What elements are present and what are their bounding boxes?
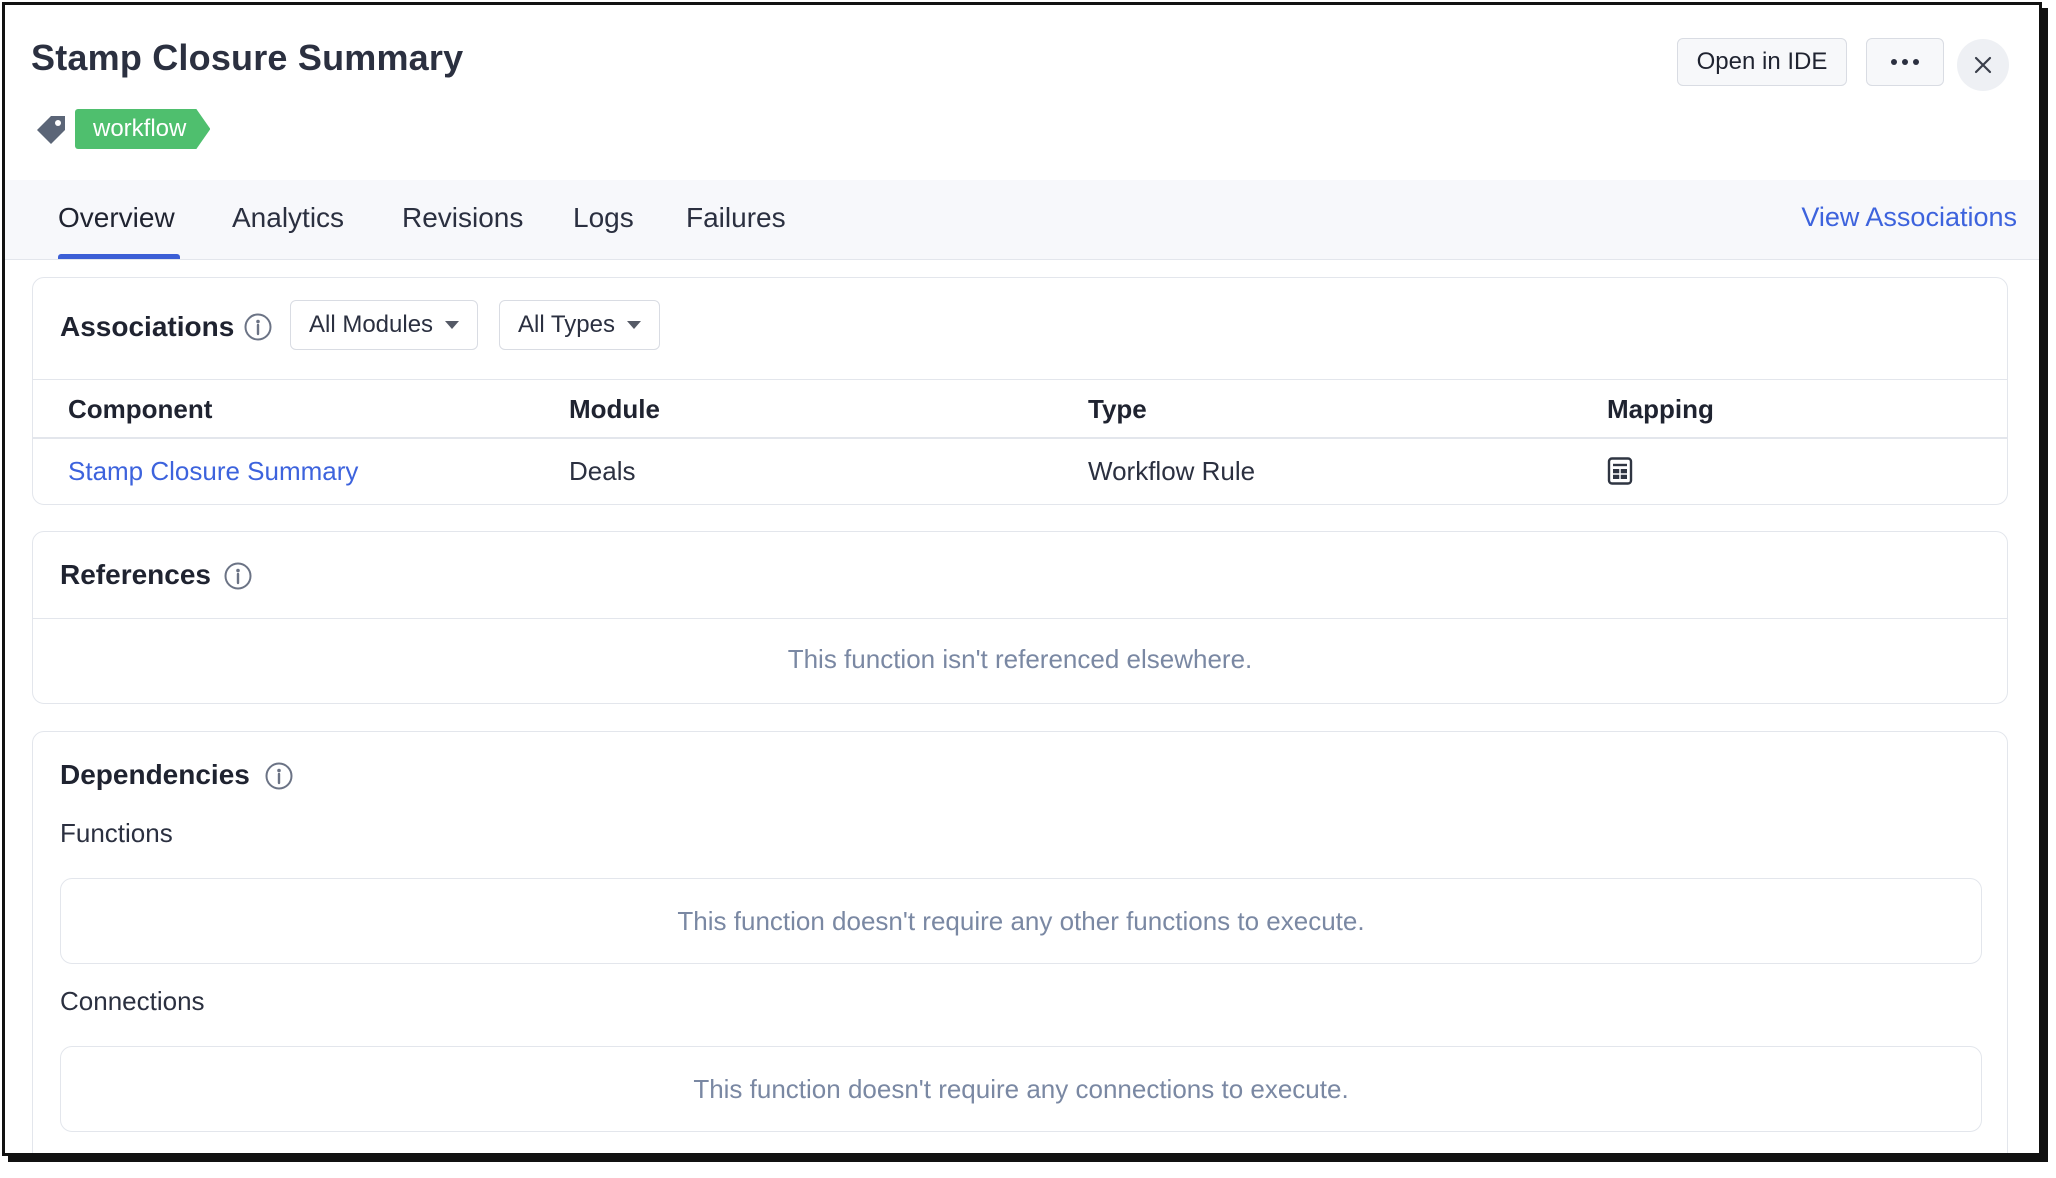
tab-revisions[interactable]: Revisions bbox=[402, 202, 523, 234]
functions-label: Functions bbox=[60, 818, 173, 848]
view-associations-link[interactable]: View Associations bbox=[1801, 202, 2017, 233]
workflow-tag-badge: workflow bbox=[75, 109, 210, 149]
references-title: References bbox=[60, 559, 211, 590]
tab-analytics[interactable]: Analytics bbox=[232, 202, 344, 234]
column-header-mapping: Mapping bbox=[1607, 394, 1714, 424]
table-row: Stamp Closure Summary Deals Workflow Rul… bbox=[33, 439, 2007, 505]
caret-down-icon bbox=[445, 321, 460, 329]
references-empty-message: This function isn't referenced elsewhere… bbox=[787, 644, 1253, 674]
all-types-dropdown[interactable]: All Types bbox=[499, 300, 660, 350]
tab-logs[interactable]: Logs bbox=[573, 202, 634, 234]
dependencies-title: Dependencies bbox=[60, 759, 250, 790]
tag-icon bbox=[37, 116, 65, 144]
divider bbox=[33, 618, 2007, 619]
tab-failures[interactable]: Failures bbox=[686, 202, 786, 234]
connections-box: This function doesn't require any connec… bbox=[60, 1046, 1982, 1132]
all-modules-dropdown[interactable]: All Modules bbox=[290, 300, 479, 350]
component-link[interactable]: Stamp Closure Summary bbox=[68, 456, 358, 487]
functions-box: This function doesn't require any other … bbox=[60, 878, 1982, 964]
module-cell: Deals bbox=[569, 456, 636, 486]
open-in-ide-button[interactable]: Open in IDE bbox=[1677, 38, 1847, 86]
functions-empty-message: This function doesn't require any other … bbox=[677, 906, 1365, 936]
dependencies-card: Dependencies Functions This function doe… bbox=[32, 731, 2008, 1153]
connections-empty-message: This function doesn't require any connec… bbox=[693, 1074, 1349, 1104]
connections-label: Connections bbox=[60, 986, 205, 1016]
associations-title: Associations bbox=[60, 311, 235, 342]
close-icon bbox=[1974, 56, 1992, 74]
references-card: References This function isn't reference… bbox=[32, 531, 2008, 704]
more-horizontal-icon bbox=[1891, 59, 1897, 65]
spreadsheet-icon[interactable] bbox=[1607, 457, 1633, 485]
page-title: Stamp Closure Summary bbox=[31, 37, 464, 78]
more-dot bbox=[1902, 59, 1908, 65]
info-icon[interactable] bbox=[243, 312, 273, 342]
all-modules-label: All Modules bbox=[309, 311, 434, 338]
tab-overview[interactable]: Overview bbox=[58, 202, 175, 234]
more-dot bbox=[1913, 59, 1919, 65]
caret-down-icon bbox=[626, 321, 641, 329]
info-icon[interactable] bbox=[264, 761, 294, 791]
column-header-module: Module bbox=[569, 394, 660, 424]
associations-card: Associations All Modules All Types Compo… bbox=[32, 277, 2008, 505]
close-button[interactable] bbox=[1957, 39, 2009, 91]
tab-bar: Overview Analytics Revisions Logs Failur… bbox=[5, 180, 2039, 260]
function-details-panel: Stamp Closure Summary workflow Open in I… bbox=[2, 2, 2042, 1156]
all-types-label: All Types bbox=[518, 311, 615, 338]
type-cell: Workflow Rule bbox=[1088, 456, 1256, 486]
associations-table-header: Component Module Type Mapping bbox=[33, 379, 2007, 439]
column-header-component: Component bbox=[68, 394, 213, 424]
info-icon[interactable] bbox=[223, 561, 253, 591]
column-header-type: Type bbox=[1088, 394, 1147, 424]
more-options-button[interactable] bbox=[1866, 38, 1944, 86]
active-tab-indicator bbox=[58, 254, 180, 259]
